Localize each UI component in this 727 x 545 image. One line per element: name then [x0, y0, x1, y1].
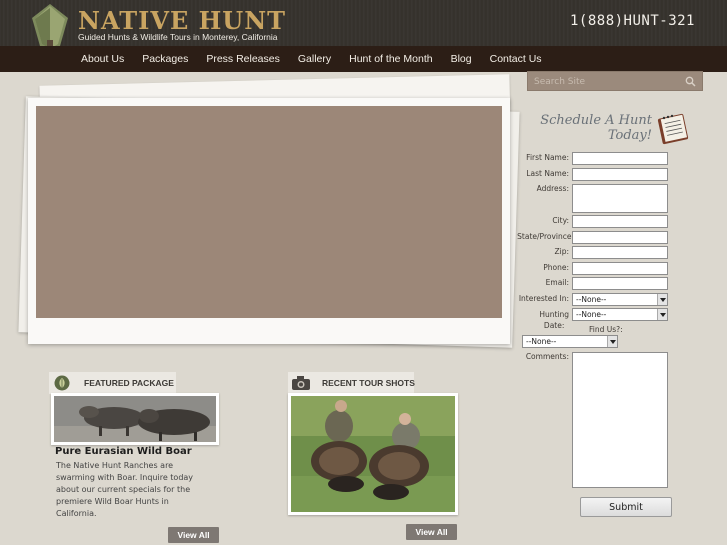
address-textarea[interactable] — [572, 184, 668, 213]
phone-label: Phone: — [543, 263, 569, 272]
comments-label: Comments: — [525, 352, 569, 361]
first-name-input[interactable] — [572, 152, 668, 165]
last-name-label: Last Name: — [526, 169, 569, 178]
schedule-title-line1: Schedule A Hunt — [540, 113, 652, 128]
hunting-date-select[interactable]: --None-- — [572, 308, 668, 321]
comments-textarea[interactable] — [572, 352, 668, 488]
nav-item-blog[interactable]: Blog — [442, 46, 481, 72]
recent-tour-shots-tab: RECENT TOUR SHOTS — [288, 372, 415, 394]
nav-item-press-releases[interactable]: Press Releases — [197, 46, 289, 72]
find-us-label: Find Us?: — [589, 325, 623, 334]
featured-package-title[interactable]: Pure Eurasian Wild Boar — [55, 446, 192, 457]
nav-item-gallery[interactable]: Gallery — [289, 46, 340, 72]
featured-package-tab: FEATURED PACKAGE — [49, 372, 176, 394]
schedule-title-line2: Today! — [607, 128, 652, 143]
featured-view-all-button[interactable]: View All — [168, 527, 219, 543]
interested-in-label: Interested In: — [518, 294, 569, 303]
site-header: NATIVE HUNT Guided Hunts & Wildlife Tour… — [0, 0, 727, 52]
first-name-label: First Name: — [526, 153, 569, 162]
slider-frame — [28, 98, 510, 344]
schedule-title: Schedule A Hunt Today! — [534, 113, 654, 143]
interested-in-select[interactable]: --None-- — [572, 293, 668, 306]
phone-number: 1(888)HUNT-321 — [569, 13, 695, 29]
hunting-date-label-line1: Hunting — [539, 310, 569, 319]
brand-tagline: Guided Hunts & Wildlife Tours in Montere… — [78, 32, 278, 42]
chevron-down-icon — [657, 309, 667, 320]
main-nav: About Us Packages Press Releases Gallery… — [0, 46, 727, 72]
recent-photo-frame[interactable] — [288, 393, 458, 515]
chevron-down-icon — [657, 294, 667, 305]
submit-button[interactable]: Submit — [580, 497, 672, 517]
email-label: Email: — [545, 278, 569, 287]
state-input[interactable] — [572, 231, 668, 244]
find-us-value: --None-- — [526, 337, 557, 346]
camera-icon — [292, 376, 310, 390]
address-label: Address: — [536, 184, 569, 193]
last-name-input[interactable] — [572, 168, 668, 181]
featured-package-tab-label: FEATURED PACKAGE — [84, 378, 174, 388]
recent-tour-shots-tab-label: RECENT TOUR SHOTS — [322, 378, 415, 388]
phone-input[interactable] — [572, 262, 668, 275]
find-us-select[interactable]: --None-- — [522, 335, 618, 348]
planner-book-icon — [657, 113, 689, 145]
city-input[interactable] — [572, 215, 668, 228]
search-bar — [527, 71, 703, 91]
nav-item-about-us[interactable]: About Us — [72, 46, 133, 72]
interested-in-value: --None-- — [576, 295, 607, 304]
turkey-hunt-image — [291, 396, 455, 512]
nav-item-hunt-of-the-month[interactable]: Hunt of the Month — [340, 46, 441, 72]
city-label: City: — [552, 216, 569, 225]
slider-image[interactable] — [36, 106, 502, 318]
nav-item-contact-us[interactable]: Contact Us — [481, 46, 551, 72]
wild-boar-image — [54, 396, 216, 442]
search-icon[interactable] — [685, 76, 696, 87]
search-input[interactable] — [534, 74, 684, 89]
nav-item-packages[interactable]: Packages — [133, 46, 197, 72]
recent-view-all-button[interactable]: View All — [406, 524, 457, 540]
arrowhead-logo-icon[interactable] — [30, 4, 70, 52]
hunting-date-label-line2: Date: — [543, 321, 565, 330]
featured-photo-frame[interactable] — [51, 393, 219, 445]
email-input[interactable] — [572, 277, 668, 290]
chevron-down-icon — [607, 336, 617, 347]
hunting-date-label: Hunting Date: — [539, 309, 569, 331]
zip-input[interactable] — [572, 246, 668, 259]
zip-label: Zip: — [554, 247, 569, 256]
state-label: State/Province: — [517, 232, 574, 241]
leaf-icon — [54, 375, 70, 391]
brand-title[interactable]: NATIVE HUNT — [78, 6, 286, 35]
hunting-date-value: --None-- — [576, 310, 607, 319]
featured-package-description: The Native Hunt Ranches are swarming wit… — [56, 461, 194, 518]
